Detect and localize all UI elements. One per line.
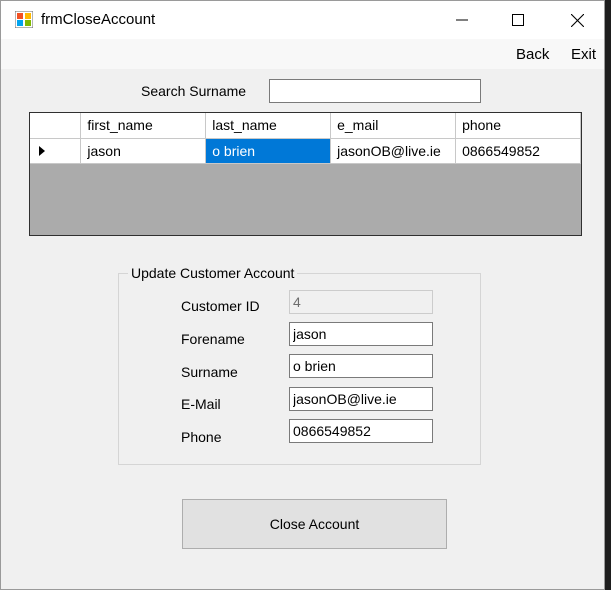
phone-label: Phone (181, 429, 222, 445)
surname-label: Surname (181, 364, 238, 380)
column-header-e-mail[interactable]: e_mail (330, 113, 457, 139)
column-header-last-name[interactable]: last_name (205, 113, 332, 139)
email-label: E-Mail (181, 396, 221, 412)
column-header-phone[interactable]: phone (455, 113, 581, 139)
email-field[interactable] (289, 387, 433, 411)
app-icon (14, 10, 34, 29)
menu-item-back[interactable]: Back (516, 46, 549, 63)
menu-bar: Back Exit (1, 39, 604, 69)
update-customer-group-title: Update Customer Account (128, 265, 298, 281)
forename-label: Forename (181, 331, 245, 347)
forename-field[interactable] (289, 322, 433, 346)
maximize-button[interactable] (495, 1, 541, 39)
minimize-icon (456, 19, 468, 21)
search-surname-input[interactable] (269, 79, 481, 103)
table-row[interactable]: jason o brien jasonOB@live.ie 0866549852 (30, 138, 581, 164)
cell-first-name[interactable]: jason (80, 138, 207, 164)
grid-corner-header[interactable] (30, 113, 82, 139)
cell-phone[interactable]: 0866549852 (455, 138, 581, 164)
phone-field[interactable] (289, 419, 433, 443)
customer-id-label: Customer ID (181, 298, 260, 314)
cell-e-mail[interactable]: jasonOB@live.ie (330, 138, 457, 164)
close-button[interactable] (554, 1, 600, 39)
minimize-button[interactable] (439, 1, 485, 39)
customer-grid[interactable]: first_name last_name e_mail phone jason … (29, 112, 582, 236)
title-bar[interactable]: frmCloseAccount (1, 1, 604, 39)
column-header-first-name[interactable]: first_name (80, 113, 207, 139)
window-title: frmCloseAccount (41, 11, 156, 28)
close-account-window: frmCloseAccount Back Exit Search Surname (0, 0, 605, 590)
customer-id-field (289, 290, 433, 314)
close-account-button[interactable]: Close Account (182, 499, 447, 549)
grid-header-row: first_name last_name e_mail phone (30, 113, 581, 139)
cell-last-name[interactable]: o brien (205, 138, 332, 164)
customer-table: first_name last_name e_mail phone jason … (30, 113, 581, 164)
close-icon (570, 13, 584, 27)
row-header[interactable] (30, 138, 82, 164)
current-row-arrow-icon (39, 145, 45, 156)
menu-item-exit[interactable]: Exit (571, 46, 596, 63)
search-surname-label: Search Surname (141, 83, 247, 99)
surname-field[interactable] (289, 354, 433, 378)
maximize-icon (512, 14, 524, 26)
